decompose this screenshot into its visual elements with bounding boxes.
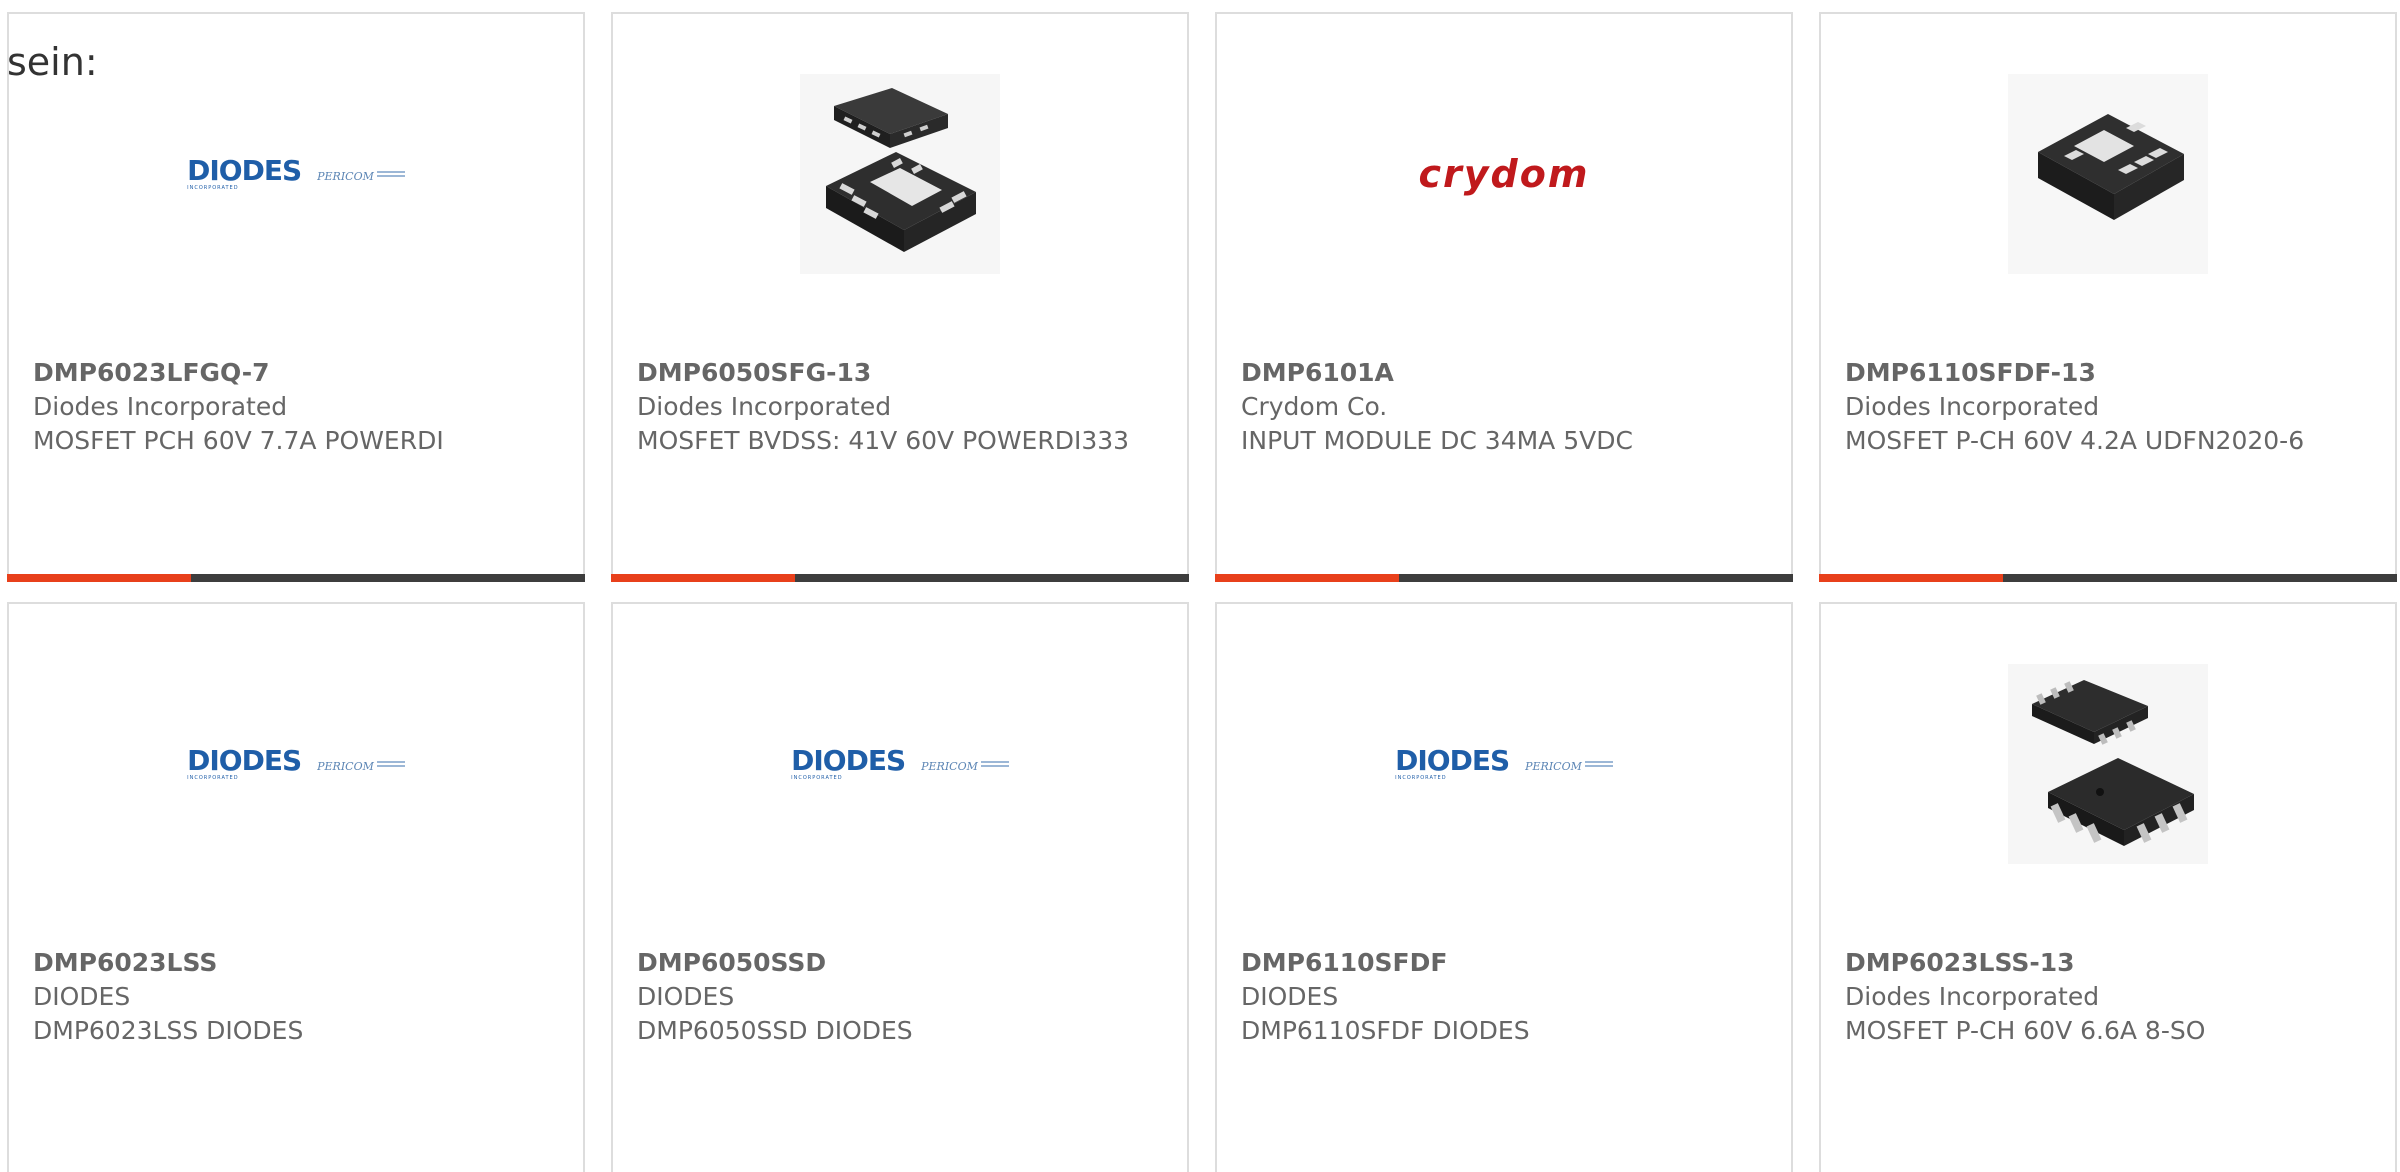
manufacturer: Diodes Incorporated	[33, 392, 288, 421]
product-image[interactable]: crydom	[1217, 74, 1791, 274]
product-image[interactable]: DIODES INCORPORATED PERICOM	[9, 664, 583, 864]
card-accent-bar	[1215, 574, 1793, 582]
part-number[interactable]: DMP6050SSD	[637, 946, 1163, 980]
product-card[interactable]: DIODES INCORPORATED PERICOM DMP6023LSS D…	[7, 602, 585, 1172]
diodes-logo: DIODES INCORPORATED PERICOM	[187, 157, 405, 191]
diodes-logo: DIODES INCORPORATED PERICOM	[187, 747, 405, 781]
product-image[interactable]: DIODES INCORPORATED PERICOM	[1217, 664, 1791, 864]
product-image[interactable]	[1821, 664, 2395, 864]
udfn-chip-photo	[2008, 74, 2208, 274]
manufacturer: Diodes Incorporated	[1845, 392, 2100, 421]
card-accent-bar	[7, 574, 585, 582]
part-number[interactable]: DMP6023LFGQ-7	[33, 356, 559, 390]
card-accent-bar	[1819, 574, 2397, 582]
manufacturer: DIODES	[637, 982, 735, 1011]
diodes-logo: DIODES INCORPORATED PERICOM	[1395, 747, 1613, 781]
product-card[interactable]: DIODES INCORPORATED PERICOM DMP6050SSD D…	[611, 602, 1189, 1172]
manufacturer: DIODES	[33, 982, 131, 1011]
diodes-logo: DIODES INCORPORATED PERICOM	[791, 747, 1009, 781]
description: DMP6050SSD DIODES	[637, 1016, 913, 1045]
description: MOSFET BVDSS: 41V 60V POWERDI333	[637, 426, 1130, 455]
description: DMP6110SFDF DIODES	[1241, 1016, 1530, 1045]
product-image[interactable]	[613, 74, 1187, 274]
so8-chip-photo	[2008, 664, 2208, 864]
part-number[interactable]: DMP6101A	[1241, 356, 1767, 390]
manufacturer: Diodes Incorporated	[637, 392, 892, 421]
crydom-logo: crydom	[1418, 152, 1590, 196]
qfn-chip-photo	[800, 74, 1000, 274]
description: MOSFET PCH 60V 7.7A POWERDI	[33, 426, 444, 455]
product-image[interactable]	[1821, 74, 2395, 274]
description: MOSFET P-CH 60V 4.2A UDFN2020-6	[1845, 426, 2305, 455]
part-number[interactable]: DMP6110SFDF	[1241, 946, 1767, 980]
product-card[interactable]: DMP6050SFG-13 Diodes Incorporated MOSFET…	[611, 12, 1189, 582]
product-image[interactable]: DIODES INCORPORATED PERICOM	[9, 74, 583, 274]
product-image[interactable]: DIODES INCORPORATED PERICOM	[613, 664, 1187, 864]
manufacturer: Diodes Incorporated	[1845, 982, 2100, 1011]
description: MOSFET P-CH 60V 6.6A 8-SO	[1845, 1016, 2206, 1045]
part-number[interactable]: DMP6050SFG-13	[637, 356, 1163, 390]
description: DMP6023LSS DIODES	[33, 1016, 304, 1045]
product-card[interactable]: DMP6110SFDF-13 Diodes Incorporated MOSFE…	[1819, 12, 2397, 582]
part-number[interactable]: DMP6023LSS	[33, 946, 559, 980]
product-card[interactable]: crydom DMP6101A Crydom Co. INPUT MODULE …	[1215, 12, 1793, 582]
product-card[interactable]: DIODES INCORPORATED PERICOM DMP6023LFGQ-…	[7, 12, 585, 582]
part-number[interactable]: DMP6023LSS-13	[1845, 946, 2371, 980]
product-card[interactable]: DIODES INCORPORATED PERICOM DMP6110SFDF …	[1215, 602, 1793, 1172]
part-number[interactable]: DMP6110SFDF-13	[1845, 356, 2371, 390]
manufacturer: Crydom Co.	[1241, 392, 1388, 421]
card-accent-bar	[611, 574, 1189, 582]
manufacturer: DIODES	[1241, 982, 1339, 1011]
description: INPUT MODULE DC 34MA 5VDC	[1241, 426, 1633, 455]
product-card[interactable]: DMP6023LSS-13 Diodes Incorporated MOSFET…	[1819, 602, 2397, 1172]
intro-text: sein:	[7, 40, 98, 84]
